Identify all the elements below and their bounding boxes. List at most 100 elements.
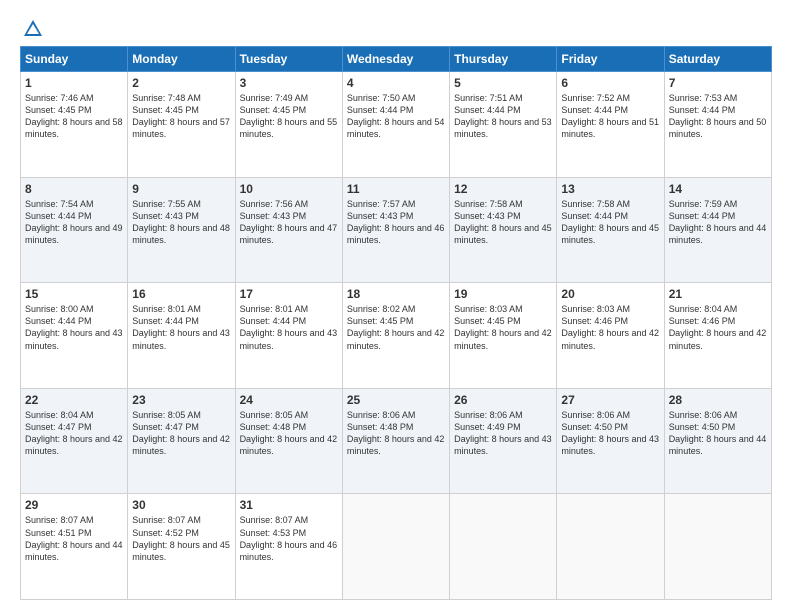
day-number: 20 [561, 287, 659, 301]
calendar-cell: 25 Sunrise: 8:06 AMSunset: 4:48 PMDayligh… [342, 388, 449, 494]
calendar-cell [450, 494, 557, 600]
day-detail: Sunrise: 7:54 AMSunset: 4:44 PMDaylight:… [25, 198, 123, 247]
day-detail: Sunrise: 8:03 AMSunset: 4:45 PMDaylight:… [454, 303, 552, 352]
day-number: 26 [454, 393, 552, 407]
day-detail: Sunrise: 8:00 AMSunset: 4:44 PMDaylight:… [25, 303, 123, 352]
calendar-cell: 30 Sunrise: 8:07 AMSunset: 4:52 PMDayligh… [128, 494, 235, 600]
day-number: 25 [347, 393, 445, 407]
calendar-cell: 18Sunrise: 8:02 AMSunset: 4:45 PMDayligh… [342, 283, 449, 389]
calendar-cell: 2 Sunrise: 7:48 AMSunset: 4:45 PMDaylight… [128, 72, 235, 178]
day-number: 30 [132, 498, 230, 512]
day-number: 17 [240, 287, 338, 301]
calendar-cell [664, 494, 771, 600]
calendar-cell: 22 Sunrise: 8:04 AMSunset: 4:47 PMDayligh… [21, 388, 128, 494]
day-number: 6 [561, 76, 659, 90]
calendar-cell: 12Sunrise: 7:58 AMSunset: 4:43 PMDayligh… [450, 177, 557, 283]
calendar-cell: 29 Sunrise: 8:07 AMSunset: 4:51 PMDayligh… [21, 494, 128, 600]
day-number: 7 [669, 76, 767, 90]
calendar-cell: 6 Sunrise: 7:52 AMSunset: 4:44 PMDaylight… [557, 72, 664, 178]
day-detail: Sunrise: 7:58 AMSunset: 4:43 PMDaylight:… [454, 198, 552, 247]
day-detail: Sunrise: 7:58 AMSunset: 4:44 PMDaylight:… [561, 198, 659, 247]
day-detail: Sunrise: 8:07 AMSunset: 4:51 PMDaylight:… [25, 514, 123, 563]
logo [20, 18, 44, 36]
day-detail: Sunrise: 7:49 AMSunset: 4:45 PMDaylight:… [240, 92, 338, 141]
day-detail: Sunrise: 8:06 AMSunset: 4:48 PMDaylight:… [347, 409, 445, 458]
week-row-3: 15 Sunrise: 8:00 AMSunset: 4:44 PMDayligh… [21, 283, 772, 389]
day-detail: Sunrise: 8:05 AMSunset: 4:48 PMDaylight:… [240, 409, 338, 458]
day-detail: Sunrise: 8:01 AMSunset: 4:44 PMDaylight:… [132, 303, 230, 352]
week-row-5: 29 Sunrise: 8:07 AMSunset: 4:51 PMDayligh… [21, 494, 772, 600]
day-detail: Sunrise: 7:55 AMSunset: 4:43 PMDaylight:… [132, 198, 230, 247]
calendar-table: SundayMondayTuesdayWednesdayThursdayFrid… [20, 46, 772, 600]
calendar-cell: 27Sunrise: 8:06 AMSunset: 4:50 PMDayligh… [557, 388, 664, 494]
day-number: 16 [132, 287, 230, 301]
calendar-cell: 26 Sunrise: 8:06 AMSunset: 4:49 PMDayligh… [450, 388, 557, 494]
day-detail: Sunrise: 8:03 AMSunset: 4:46 PMDaylight:… [561, 303, 659, 352]
calendar-cell [342, 494, 449, 600]
day-detail: Sunrise: 8:07 AMSunset: 4:52 PMDaylight:… [132, 514, 230, 563]
weekday-header-row: SundayMondayTuesdayWednesdayThursdayFrid… [21, 47, 772, 72]
weekday-header-saturday: Saturday [664, 47, 771, 72]
day-number: 2 [132, 76, 230, 90]
day-detail: Sunrise: 7:56 AMSunset: 4:43 PMDaylight:… [240, 198, 338, 247]
weekday-header-tuesday: Tuesday [235, 47, 342, 72]
day-number: 4 [347, 76, 445, 90]
calendar-cell: 8Sunrise: 7:54 AMSunset: 4:44 PMDaylight… [21, 177, 128, 283]
calendar-cell: 1 Sunrise: 7:46 AMSunset: 4:45 PMDaylight… [21, 72, 128, 178]
weekday-header-wednesday: Wednesday [342, 47, 449, 72]
weekday-header-sunday: Sunday [21, 47, 128, 72]
day-number: 19 [454, 287, 552, 301]
calendar-cell: 13 Sunrise: 7:58 AMSunset: 4:44 PMDayligh… [557, 177, 664, 283]
day-detail: Sunrise: 7:50 AMSunset: 4:44 PMDaylight:… [347, 92, 445, 141]
day-number: 22 [25, 393, 123, 407]
day-number: 10 [240, 182, 338, 196]
week-row-2: 8Sunrise: 7:54 AMSunset: 4:44 PMDaylight… [21, 177, 772, 283]
calendar-cell: 20 Sunrise: 8:03 AMSunset: 4:46 PMDayligh… [557, 283, 664, 389]
day-number: 13 [561, 182, 659, 196]
day-detail: Sunrise: 7:57 AMSunset: 4:43 PMDaylight:… [347, 198, 445, 247]
calendar-cell: 15 Sunrise: 8:00 AMSunset: 4:44 PMDayligh… [21, 283, 128, 389]
day-detail: Sunrise: 8:07 AMSunset: 4:53 PMDaylight:… [240, 514, 338, 563]
calendar-cell: 21 Sunrise: 8:04 AMSunset: 4:46 PMDayligh… [664, 283, 771, 389]
day-detail: Sunrise: 7:51 AMSunset: 4:44 PMDaylight:… [454, 92, 552, 141]
calendar-cell: 31 Sunrise: 8:07 AMSunset: 4:53 PMDayligh… [235, 494, 342, 600]
calendar-cell: 24 Sunrise: 8:05 AMSunset: 4:48 PMDayligh… [235, 388, 342, 494]
day-number: 29 [25, 498, 123, 512]
day-number: 15 [25, 287, 123, 301]
weekday-header-thursday: Thursday [450, 47, 557, 72]
day-detail: Sunrise: 7:46 AMSunset: 4:45 PMDaylight:… [25, 92, 123, 141]
day-number: 9 [132, 182, 230, 196]
day-number: 21 [669, 287, 767, 301]
day-number: 3 [240, 76, 338, 90]
day-number: 11 [347, 182, 445, 196]
day-number: 5 [454, 76, 552, 90]
calendar-cell: 11 Sunrise: 7:57 AMSunset: 4:43 PMDayligh… [342, 177, 449, 283]
calendar-cell: 10 Sunrise: 7:56 AMSunset: 4:43 PMDayligh… [235, 177, 342, 283]
calendar-cell: 23Sunrise: 8:05 AMSunset: 4:47 PMDayligh… [128, 388, 235, 494]
calendar-cell: 7 Sunrise: 7:53 AMSunset: 4:44 PMDaylight… [664, 72, 771, 178]
calendar-cell: 17 Sunrise: 8:01 AMSunset: 4:44 PMDayligh… [235, 283, 342, 389]
header [20, 18, 772, 36]
day-detail: Sunrise: 7:52 AMSunset: 4:44 PMDaylight:… [561, 92, 659, 141]
day-detail: Sunrise: 8:06 AMSunset: 4:50 PMDaylight:… [561, 409, 659, 458]
day-detail: Sunrise: 7:53 AMSunset: 4:44 PMDaylight:… [669, 92, 767, 141]
day-number: 18 [347, 287, 445, 301]
day-detail: Sunrise: 8:06 AMSunset: 4:49 PMDaylight:… [454, 409, 552, 458]
day-detail: Sunrise: 7:48 AMSunset: 4:45 PMDaylight:… [132, 92, 230, 141]
day-number: 28 [669, 393, 767, 407]
day-detail: Sunrise: 8:05 AMSunset: 4:47 PMDaylight:… [132, 409, 230, 458]
calendar-cell: 19 Sunrise: 8:03 AMSunset: 4:45 PMDayligh… [450, 283, 557, 389]
day-number: 31 [240, 498, 338, 512]
day-detail: Sunrise: 8:04 AMSunset: 4:46 PMDaylight:… [669, 303, 767, 352]
day-detail: Sunrise: 8:04 AMSunset: 4:47 PMDaylight:… [25, 409, 123, 458]
day-detail: Sunrise: 8:01 AMSunset: 4:44 PMDaylight:… [240, 303, 338, 352]
day-number: 24 [240, 393, 338, 407]
page: SundayMondayTuesdayWednesdayThursdayFrid… [0, 0, 792, 612]
calendar-cell: 3 Sunrise: 7:49 AMSunset: 4:45 PMDaylight… [235, 72, 342, 178]
day-number: 14 [669, 182, 767, 196]
day-number: 1 [25, 76, 123, 90]
calendar-cell: 9 Sunrise: 7:55 AMSunset: 4:43 PMDaylight… [128, 177, 235, 283]
week-row-1: 1 Sunrise: 7:46 AMSunset: 4:45 PMDaylight… [21, 72, 772, 178]
calendar-cell: 4 Sunrise: 7:50 AMSunset: 4:44 PMDaylight… [342, 72, 449, 178]
logo-text [20, 18, 44, 40]
